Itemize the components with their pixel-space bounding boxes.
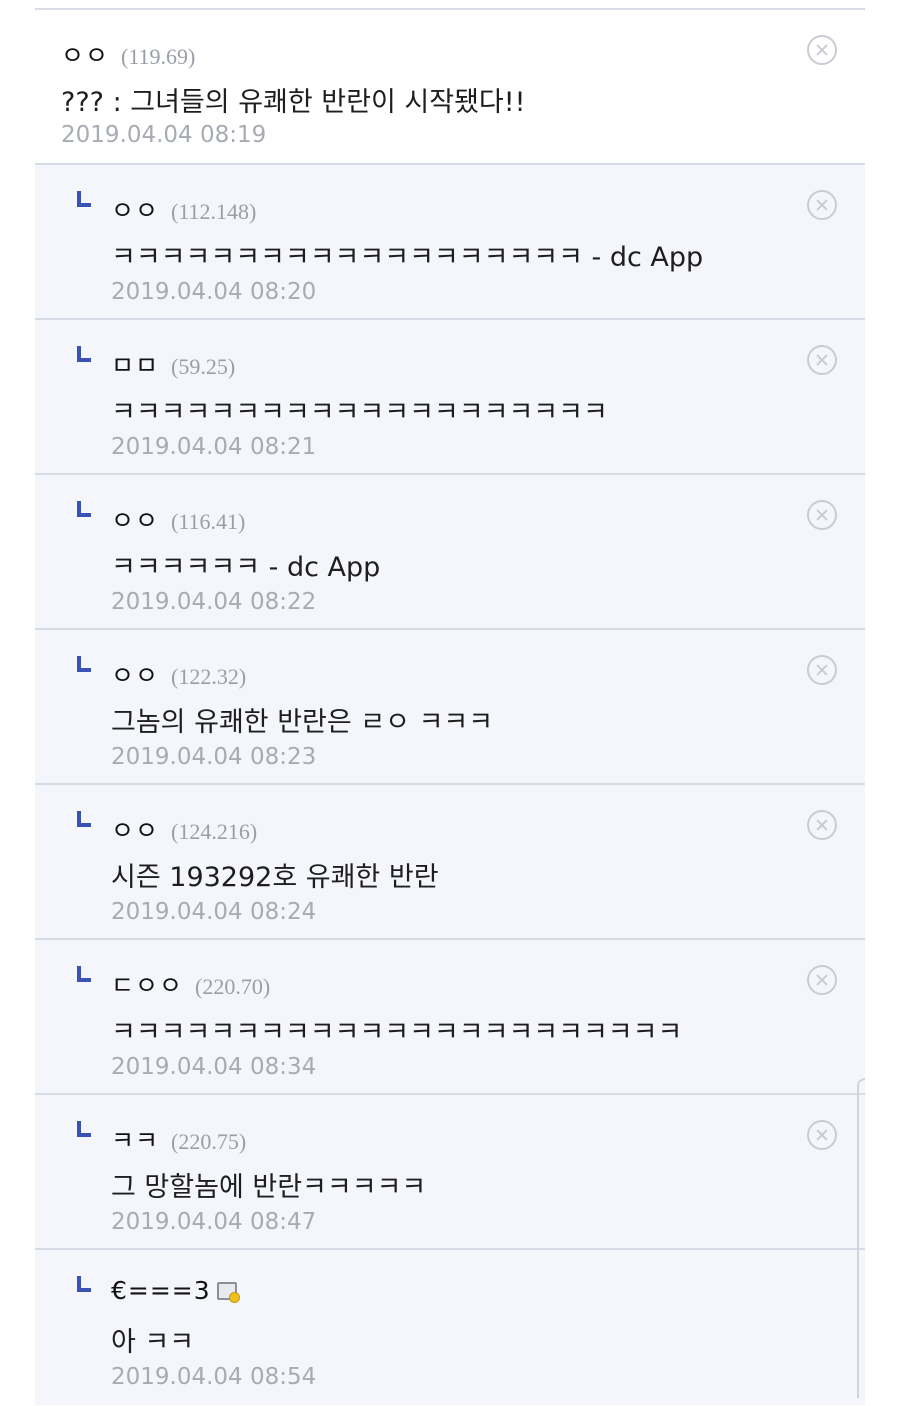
comment-header: ㄷㅇㅇ (220.70): [111, 966, 270, 1002]
reply-item: ㄷㅇㅇ (220.70) ㅋㅋㅋㅋㅋㅋㅋㅋㅋㅋㅋㅋㅋㅋㅋㅋㅋㅋㅋㅋㅋㅋㅋ 201…: [35, 940, 865, 1095]
reply-arrow-icon: [77, 656, 91, 672]
comment-nickname[interactable]: ㅋㅋ: [111, 1121, 159, 1157]
reply-arrow-icon: [77, 811, 91, 827]
comment-nickname[interactable]: ㅇㅇ: [111, 191, 159, 227]
comment-nickname[interactable]: ㅇㅇ: [61, 36, 109, 72]
close-circle-icon[interactable]: [807, 1120, 837, 1150]
comment-ip: (220.75): [171, 1129, 247, 1154]
comment-header: €===3: [111, 1276, 240, 1305]
comment-ip: (59.25): [171, 354, 236, 379]
scrollbar[interactable]: [857, 1078, 865, 1398]
comment-nickname[interactable]: ㄷㅇㅇ: [111, 966, 183, 1002]
comment-nickname[interactable]: €===3: [111, 1276, 211, 1305]
reply-item: ㅁㅁ (59.25) ㅋㅋㅋㅋㅋㅋㅋㅋㅋㅋㅋㅋㅋㅋㅋㅋㅋㅋㅋㅋ 2019.04.…: [35, 320, 865, 475]
comment-date: 2019.04.04 08:47: [111, 1209, 317, 1235]
comment-header: ㅇㅇ (116.41): [111, 501, 245, 537]
reply-item: €===3 아 ㅋㅋ 2019.04.04 08:54: [35, 1250, 865, 1405]
comment-date: 2019.04.04 08:24: [111, 899, 317, 925]
close-circle-icon[interactable]: [807, 810, 837, 840]
close-circle-icon[interactable]: [807, 345, 837, 375]
comment-ip: (122.32): [171, 664, 247, 689]
comment-header: ㅁㅁ (59.25): [111, 346, 235, 382]
comment-text: 시즌 193292호 유쾌한 반란: [111, 862, 439, 893]
reply-arrow-icon: [77, 1121, 91, 1137]
reply-arrow-icon: [77, 346, 91, 362]
reply-arrow-icon: [77, 501, 91, 517]
comment-ip: (116.41): [171, 509, 246, 534]
comment-text: ㅋㅋㅋㅋㅋㅋ - dc App: [111, 552, 381, 583]
comment-date: 2019.04.04 08:19: [61, 122, 267, 148]
comment-nickname[interactable]: ㅇㅇ: [111, 656, 159, 692]
comment-nickname[interactable]: ㅇㅇ: [111, 501, 159, 537]
comment-ip: (124.216): [171, 819, 258, 844]
comment-list: ㅇㅇ (119.69) ??? : 그녀들의 유쾌한 반란이 시작됐다!! 20…: [35, 8, 865, 1405]
reply-item: ㅇㅇ (122.32) 그놈의 유쾌한 반란은 ㄹㅇ ㅋㅋㅋ 2019.04.0…: [35, 630, 865, 785]
reply-arrow-icon: [77, 191, 91, 207]
comment-text: 그놈의 유쾌한 반란은 ㄹㅇ ㅋㅋㅋ: [111, 707, 494, 738]
comment-text: 아 ㅋㅋ: [111, 1327, 195, 1358]
comment-date: 2019.04.04 08:22: [111, 589, 317, 615]
reply-item: ㅋㅋ (220.75) 그 망할놈에 반란ㅋㅋㅋㅋㅋ 2019.04.04 08…: [35, 1095, 865, 1250]
comment-text: ㅋㅋㅋㅋㅋㅋㅋㅋㅋㅋㅋㅋㅋㅋㅋㅋㅋㅋㅋ - dc App: [111, 242, 704, 273]
comment-page: ㅇㅇ (119.69) ??? : 그녀들의 유쾌한 반란이 시작됐다!! 20…: [0, 0, 900, 1406]
reply-item: ㅇㅇ (112.148) ㅋㅋㅋㅋㅋㅋㅋㅋㅋㅋㅋㅋㅋㅋㅋㅋㅋㅋㅋ - dc Ap…: [35, 165, 865, 320]
comment-text: 그 망할놈에 반란ㅋㅋㅋㅋㅋ: [111, 1172, 427, 1203]
reply-arrow-icon: [77, 1276, 91, 1292]
close-circle-icon[interactable]: [807, 35, 837, 65]
comment-header: ㅋㅋ (220.75): [111, 1121, 246, 1157]
comment-date: 2019.04.04 08:23: [111, 744, 317, 770]
comment-text: ㅋㅋㅋㅋㅋㅋㅋㅋㅋㅋㅋㅋㅋㅋㅋㅋㅋㅋㅋㅋㅋㅋㅋ: [111, 1017, 683, 1048]
reply-item: ㅇㅇ (124.216) 시즌 193292호 유쾌한 반란 2019.04.0…: [35, 785, 865, 940]
comment-date: 2019.04.04 08:34: [111, 1054, 317, 1080]
comment-ip: (112.148): [171, 199, 257, 224]
close-circle-icon[interactable]: [807, 655, 837, 685]
comment-ip: (220.70): [195, 974, 271, 999]
reply-item: ㅇㅇ (116.41) ㅋㅋㅋㅋㅋㅋ - dc App 2019.04.04 0…: [35, 475, 865, 630]
comment-header: ㅇㅇ (119.69): [61, 36, 195, 72]
comment-item: ㅇㅇ (119.69) ??? : 그녀들의 유쾌한 반란이 시작됐다!! 20…: [35, 10, 865, 165]
comment-date: 2019.04.04 08:54: [111, 1364, 317, 1390]
close-circle-icon[interactable]: [807, 500, 837, 530]
comment-ip: (119.69): [121, 44, 196, 69]
close-circle-icon[interactable]: [807, 190, 837, 220]
comment-text: ??? : 그녀들의 유쾌한 반란이 시작됐다!!: [61, 87, 526, 118]
comment-text: ㅋㅋㅋㅋㅋㅋㅋㅋㅋㅋㅋㅋㅋㅋㅋㅋㅋㅋㅋㅋ: [111, 397, 608, 428]
comment-date: 2019.04.04 08:20: [111, 279, 317, 305]
memo-icon: [216, 1282, 240, 1303]
comment-header: ㅇㅇ (124.216): [111, 811, 257, 847]
comment-nickname[interactable]: ㅁㅁ: [111, 346, 159, 382]
reply-arrow-icon: [77, 966, 91, 982]
comment-header: ㅇㅇ (122.32): [111, 656, 246, 692]
comment-nickname[interactable]: ㅇㅇ: [111, 811, 159, 847]
comment-date: 2019.04.04 08:21: [111, 434, 317, 460]
close-circle-icon[interactable]: [807, 965, 837, 995]
comment-header: ㅇㅇ (112.148): [111, 191, 256, 227]
